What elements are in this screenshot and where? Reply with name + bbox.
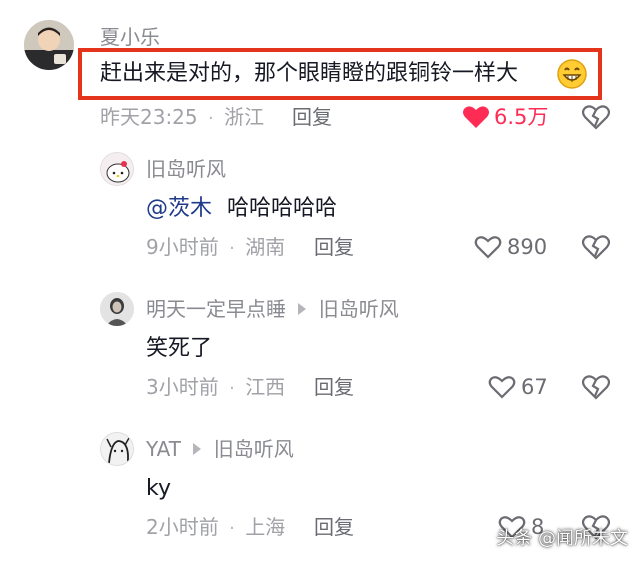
comment-text: 赶出来是对的，那个眼睛瞪的跟铜铃一样大: [100, 63, 518, 85]
meta-separator: ·: [229, 378, 235, 399]
avatar-c2[interactable]: [100, 152, 134, 186]
like-count: 890: [507, 235, 548, 259]
sketch-avatar-icon: [106, 437, 130, 464]
comment-text-content: 赶出来是对的，那个眼睛瞪的跟铜铃一样大: [100, 61, 519, 86]
comment-time: 2小时前: [146, 515, 219, 539]
comment-meta: 9小时前 · 湖南: [146, 237, 285, 258]
heart-icon[interactable]: [488, 374, 516, 400]
like-count: 67: [521, 375, 548, 399]
like-count: 6.5万: [494, 105, 549, 129]
dislike-broken-heart-icon[interactable]: [582, 373, 610, 401]
meta-separator: ·: [229, 238, 235, 259]
avatar-c1[interactable]: [24, 20, 74, 70]
comment-location: 江西: [245, 375, 286, 399]
comment-author[interactable]: 夏小乐: [100, 27, 160, 47]
dislike-broken-heart-icon[interactable]: [582, 233, 610, 261]
comment-author-line: 明天一定早点睡 旧岛听风: [146, 299, 399, 319]
meta-separator: ·: [208, 108, 214, 129]
comment-meta: 3小时前 · 江西: [146, 377, 285, 398]
avatar-c3[interactable]: [100, 292, 134, 326]
person-avatar-icon: [100, 292, 134, 326]
heart-icon[interactable]: [474, 234, 502, 260]
comment-author-line: YAT 旧岛听风: [146, 439, 294, 459]
reply-button[interactable]: 回复: [314, 377, 354, 397]
comment-meta: 昨天23:25 · 浙江: [100, 107, 264, 128]
comment-time: 3小时前: [146, 375, 219, 399]
avatar-c4[interactable]: [100, 432, 134, 466]
reply-button[interactable]: 回复: [314, 237, 354, 257]
reply-button[interactable]: 回复: [292, 107, 332, 127]
reply-target[interactable]: 旧岛听风: [214, 437, 294, 461]
comment-meta: 2小时前 · 上海: [146, 517, 285, 538]
comment-location: 上海: [245, 515, 286, 539]
comment-time: 昨天23:25: [100, 105, 198, 129]
reply-target[interactable]: 旧岛听风: [319, 297, 399, 321]
watermark: 头条 @闻所未文: [496, 528, 628, 549]
reply-arrow-icon: [298, 303, 307, 315]
heart-filled-icon[interactable]: [462, 104, 490, 130]
comment-text: 笑死了: [146, 336, 213, 361]
comment-text-content: 哈哈哈哈哈: [227, 196, 338, 221]
mention-link[interactable]: @茨木: [146, 196, 212, 221]
grin-emoji-icon: [557, 59, 587, 89]
reply-arrow-icon: [193, 443, 202, 455]
comment-time: 9小时前: [146, 235, 219, 259]
comment-author[interactable]: 旧岛听风: [146, 159, 226, 179]
comment-text: @茨木 哈哈哈哈哈: [146, 198, 337, 220]
comment-location: 浙江: [224, 105, 265, 129]
child-avatar-icon: [24, 20, 74, 70]
reply-button[interactable]: 回复: [314, 517, 354, 537]
comment-text: ky: [146, 476, 171, 501]
meta-separator: ·: [229, 518, 235, 539]
dislike-broken-heart-icon[interactable]: [582, 103, 610, 131]
cartoon-cat-avatar-icon: [106, 161, 130, 183]
comment-author[interactable]: YAT: [146, 437, 181, 461]
comment-location: 湖南: [245, 235, 286, 259]
comment-author[interactable]: 明天一定早点睡: [146, 297, 286, 321]
